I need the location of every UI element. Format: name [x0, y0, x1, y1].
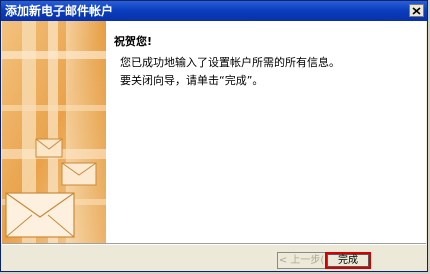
decorative-art: [2, 21, 106, 243]
finish-button-label: 完成: [327, 254, 369, 267]
finish-button[interactable]: 完成: [325, 252, 371, 269]
welcome-heading: 祝贺您!: [114, 35, 153, 48]
footer-divider: [2, 243, 426, 245]
title-bar[interactable]: 添加新电子邮件帐户: [1, 1, 427, 21]
window-title: 添加新电子邮件帐户: [5, 4, 114, 18]
close-instruction: 要关闭向导，请单击“完成”。: [120, 74, 264, 87]
close-button[interactable]: [409, 4, 424, 17]
wizard-content: 祝贺您! 您已成功地输入了设置帐户所需的所有信息。 要关闭向导，请单击“完成”。: [2, 21, 426, 243]
close-icon: [412, 6, 421, 15]
message-area: 祝贺您! 您已成功地输入了设置帐户所需的所有信息。 要关闭向导，请单击“完成”。: [106, 21, 426, 243]
envelope-illustration: [2, 21, 106, 243]
wizard-window: 添加新电子邮件帐户 祝贺您! 您已成功地输入了设置帐户所需的所有信息。 要关闭向…: [0, 0, 428, 272]
success-message: 您已成功地输入了设置帐户所需的所有信息。: [120, 56, 340, 69]
